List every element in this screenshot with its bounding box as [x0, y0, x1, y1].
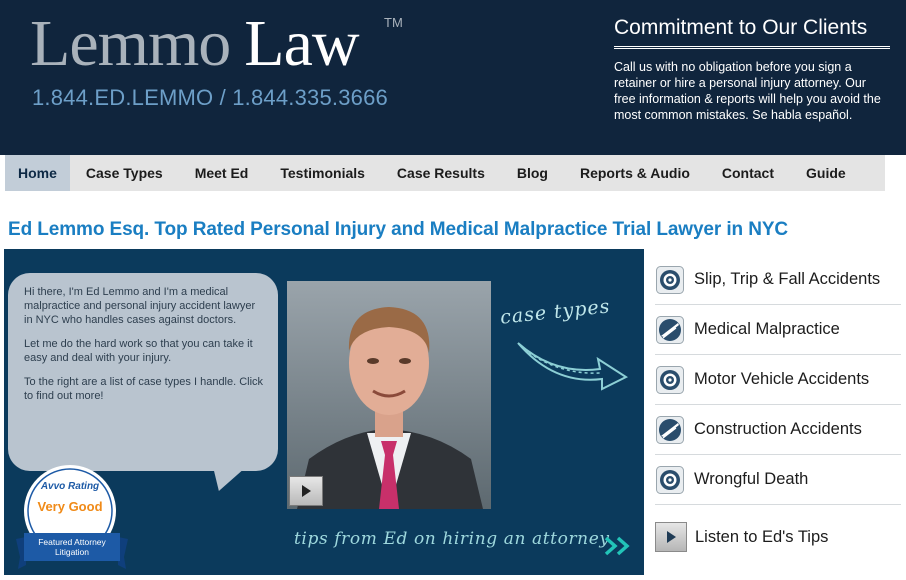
- phone-number[interactable]: 1.844.ED.LEMMO / 1.844.335.3666: [32, 85, 388, 111]
- case-item-label: Construction Accidents: [694, 420, 862, 438]
- nav-item-reports-audio[interactable]: Reports & Audio: [564, 155, 706, 191]
- logo-law-text: Law: [244, 7, 359, 80]
- case-item-slip-trip-fall[interactable]: Slip, Trip & Fall Accidents: [655, 255, 901, 305]
- avvo-rating-text: Very Good: [37, 499, 103, 514]
- case-item-construction[interactable]: Construction Accidents: [655, 405, 901, 455]
- nav-item-case-types[interactable]: Case Types: [70, 155, 179, 191]
- case-types-list: Slip, Trip & Fall Accidents Medical Malp…: [655, 255, 901, 505]
- case-item-motor-vehicle[interactable]: Motor Vehicle Accidents: [655, 355, 901, 405]
- main-nav: Home Case Types Meet Ed Testimonials Cas…: [5, 155, 885, 191]
- case-item-label: Medical Malpractice: [694, 320, 840, 338]
- avvo-rating-badge[interactable]: Avvo Rating Very Good Featured Attorney …: [16, 465, 128, 575]
- avvo-ribbon-line1: Featured Attorney: [38, 537, 106, 547]
- nav-item-meet-ed[interactable]: Meet Ed: [179, 155, 265, 191]
- listen-play-button[interactable]: [655, 522, 687, 552]
- target-icon: [656, 265, 684, 294]
- bubble-paragraph-intro: Hi there, I'm Ed Lemmo and I'm a medical…: [24, 286, 256, 326]
- nav-item-testimonials[interactable]: Testimonials: [264, 155, 381, 191]
- logo-lemmo-text: Lemmo: [30, 7, 231, 80]
- case-types-script-label: case types: [499, 295, 612, 329]
- play-icon: [666, 531, 676, 543]
- avvo-brand-text: Avvo Rating: [40, 481, 100, 492]
- bubble-paragraph-help: Let me do the hard work so that you can …: [24, 338, 253, 364]
- speech-bubble: Hi there, I'm Ed Lemmo and I'm a medical…: [8, 273, 278, 471]
- attorney-video-thumbnail[interactable]: [287, 281, 491, 509]
- case-item-medical-malpractice[interactable]: Medical Malpractice: [655, 305, 901, 355]
- scalpel-icon: [656, 415, 684, 444]
- hero-panel: Hi there, I'm Ed Lemmo and I'm a medical…: [4, 249, 644, 575]
- avvo-ribbon-line2: Litigation: [54, 547, 90, 557]
- nav-item-home[interactable]: Home: [5, 155, 70, 191]
- site-logo[interactable]: Lemmo Law: [30, 6, 360, 82]
- target-icon: [656, 465, 684, 494]
- trademark-mark: TM: [384, 15, 403, 30]
- nav-item-contact[interactable]: Contact: [706, 155, 790, 191]
- play-icon: [301, 485, 311, 497]
- commitment-divider: [614, 47, 890, 49]
- tips-script-link[interactable]: tips from Ed on hiring an attorney: [294, 529, 610, 549]
- listen-tips-button[interactable]: Listen to Ed's Tips: [655, 522, 828, 552]
- case-item-label: Wrongful Death: [694, 470, 809, 488]
- case-item-label: Motor Vehicle Accidents: [694, 370, 870, 388]
- nav-item-guide[interactable]: Guide: [790, 155, 862, 191]
- scalpel-icon: [656, 315, 684, 344]
- commitment-box: Commitment to Our Clients Call us with n…: [614, 16, 890, 123]
- page-headline: Ed Lemmo Esq. Top Rated Personal Injury …: [8, 219, 789, 240]
- site-header: Lemmo Law TM 1.844.ED.LEMMO / 1.844.335.3…: [0, 0, 906, 155]
- target-icon: [656, 365, 684, 394]
- case-item-label: Slip, Trip & Fall Accidents: [694, 270, 881, 288]
- listen-tips-label: Listen to Ed's Tips: [695, 527, 829, 546]
- case-item-wrongful-death[interactable]: Wrongful Death: [655, 455, 901, 505]
- attorney-portrait-icon: [287, 281, 491, 509]
- double-chevron-right-icon[interactable]: [604, 536, 632, 556]
- commitment-text: Call us with no obligation before you si…: [614, 60, 881, 122]
- nav-item-case-results[interactable]: Case Results: [381, 155, 501, 191]
- commitment-title: Commitment to Our Clients: [614, 16, 890, 47]
- video-play-button[interactable]: [289, 476, 323, 506]
- arrow-right-icon: [517, 342, 629, 391]
- nav-item-blog[interactable]: Blog: [501, 155, 564, 191]
- bubble-paragraph-cta: To the right are a list of case types I …: [24, 376, 264, 402]
